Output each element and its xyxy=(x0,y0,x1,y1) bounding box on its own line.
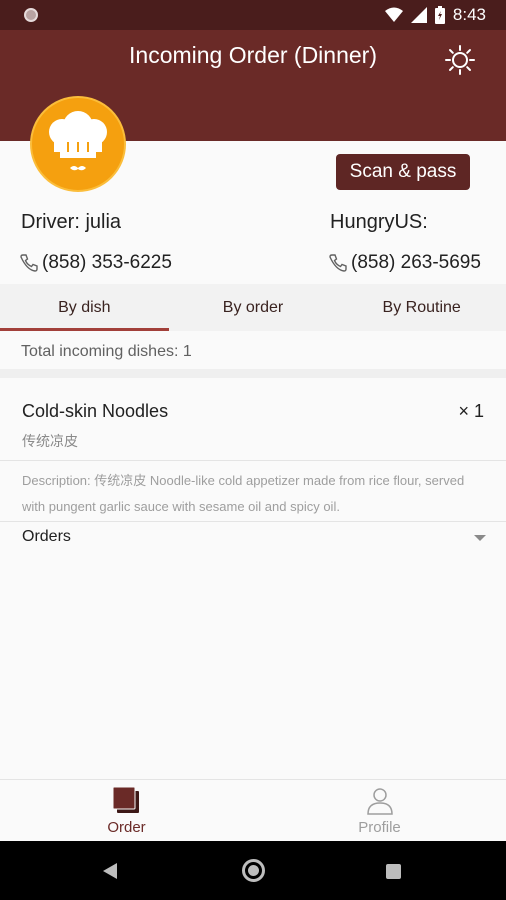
dish-name: Cold-skin Noodles xyxy=(22,401,169,421)
chevron-down-icon[interactable] xyxy=(474,535,486,541)
chef-hat-icon xyxy=(49,111,107,171)
bottom-navigation: Order Profile xyxy=(0,779,506,841)
order-icon xyxy=(112,786,139,813)
avatar xyxy=(30,96,126,192)
divider xyxy=(0,460,506,461)
back-icon[interactable] xyxy=(103,863,117,879)
dish-quantity: × 1 xyxy=(458,401,484,421)
dish-description: Description: 传统凉皮 Noodle-like cold appet… xyxy=(22,473,465,514)
section-divider xyxy=(0,369,506,378)
notification-dot-icon xyxy=(24,8,38,22)
battery-icon xyxy=(434,6,445,24)
driver-phone-number: (858) 353-6225 xyxy=(42,252,172,273)
tab-by-routine[interactable]: By Routine xyxy=(337,284,506,331)
restaurant-name: HungryUS: xyxy=(330,211,428,233)
status-bar: 8:43 xyxy=(0,0,506,30)
recent-apps-icon[interactable] xyxy=(386,864,401,879)
home-icon[interactable] xyxy=(242,859,265,882)
nav-label-order: Order xyxy=(107,819,146,836)
tab-by-order[interactable]: By order xyxy=(169,284,338,331)
wifi-icon xyxy=(384,7,403,22)
profile-icon xyxy=(366,788,393,815)
dish-chinese-name: 传统凉皮 xyxy=(22,433,78,449)
restaurant-phone[interactable]: (858) 263-5695 xyxy=(328,252,481,274)
system-navigation-bar xyxy=(0,841,506,900)
orders-expander-label[interactable]: Orders xyxy=(22,528,71,546)
page-title: Incoming Order (Dinner) xyxy=(129,42,377,68)
nav-label-profile: Profile xyxy=(358,819,401,836)
phone-icon xyxy=(329,254,347,272)
status-time: 8:43 xyxy=(452,5,486,24)
total-dishes: Total incoming dishes: 1 xyxy=(21,343,192,360)
restaurant-phone-number: (858) 263-5695 xyxy=(351,252,481,273)
tab-by-dish[interactable]: By dish xyxy=(0,284,169,331)
signal-icon xyxy=(410,7,427,23)
nav-item-profile[interactable]: Profile xyxy=(253,780,506,841)
status-icons: 8:43 xyxy=(384,5,486,25)
nav-item-order[interactable]: Order xyxy=(0,780,253,841)
brightness-icon[interactable] xyxy=(444,44,476,76)
driver-phone[interactable]: (858) 353-6225 xyxy=(19,252,172,274)
scan-and-pass-button[interactable]: Scan & pass xyxy=(336,154,470,190)
divider xyxy=(0,521,506,522)
phone-icon xyxy=(20,254,38,272)
view-tabs: By dish By order By Routine xyxy=(0,284,506,331)
driver-name: Driver: julia xyxy=(21,211,122,233)
